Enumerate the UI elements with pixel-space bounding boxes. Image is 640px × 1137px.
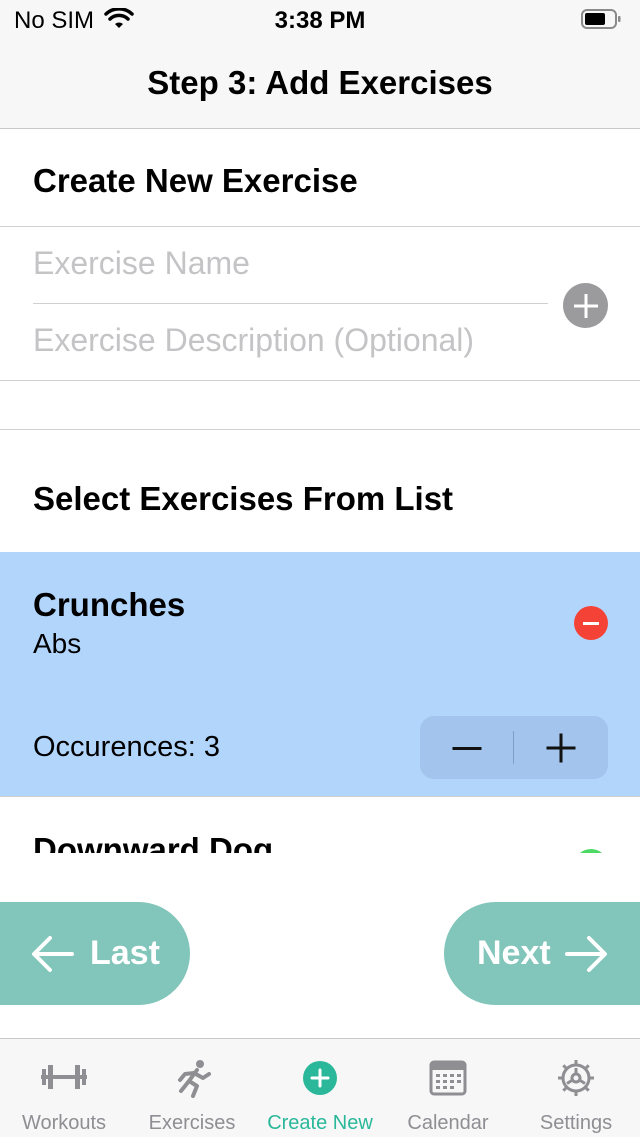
navigation-bar: Step 3: Add Exercises [0, 40, 640, 129]
create-exercise-heading: Create New Exercise [33, 162, 358, 199]
increment-button[interactable] [546, 733, 576, 763]
tab-exercises[interactable]: Exercises [128, 1039, 256, 1137]
decrement-button[interactable] [452, 747, 482, 750]
arrow-left-icon [32, 936, 74, 972]
battery-icon [581, 9, 621, 29]
exercise-name: Crunches [33, 586, 186, 623]
gear-icon [558, 1060, 594, 1096]
occurrences-stepper[interactable] [420, 716, 608, 779]
last-button-label: Last [90, 934, 160, 972]
page-title: Step 3: Add Exercises [147, 64, 493, 101]
add-exercise-toggle[interactable] [574, 849, 608, 853]
next-button-label: Next [477, 934, 551, 972]
tab-bar: Workouts Exercises Create New Calendar S… [0, 1038, 640, 1137]
remove-exercise-button[interactable] [574, 606, 608, 640]
exercise-category: Abs [33, 628, 82, 659]
select-exercises-heading: Select Exercises From List [33, 480, 454, 517]
tab-label: Calendar [407, 1112, 489, 1134]
clock: 3:38 PM [274, 7, 366, 34]
divider [0, 380, 640, 381]
status-bar: No SIM 3:38 PM [0, 0, 640, 40]
tab-settings[interactable]: Settings [512, 1039, 640, 1137]
tab-label: Exercises [148, 1112, 236, 1134]
divider [0, 429, 640, 430]
occurrences-label: Occurences: 3 [33, 731, 220, 763]
exercise-name: Downward Dog [33, 831, 274, 853]
tab-workouts[interactable]: Workouts [0, 1039, 128, 1137]
calendar-icon [429, 1060, 467, 1096]
exercise-name-field[interactable]: Exercise Name [33, 245, 250, 282]
stepper-divider [513, 731, 514, 764]
exercise-description-field[interactable]: Exercise Description (Optional) [33, 322, 474, 359]
add-exercise-button[interactable] [563, 283, 608, 328]
exercise-row-downward-dog[interactable]: Downward Dog [0, 797, 640, 853]
next-button[interactable]: Next [444, 902, 640, 1005]
last-button[interactable]: Last [0, 902, 190, 1005]
running-icon [178, 1060, 211, 1098]
tab-create-new[interactable]: Create New [256, 1039, 384, 1137]
divider [33, 303, 548, 304]
tab-calendar[interactable]: Calendar [384, 1039, 512, 1137]
arrow-right-icon [565, 936, 607, 972]
divider [0, 226, 640, 227]
tab-label: Create New [267, 1112, 373, 1134]
dumbbell-icon [41, 1065, 87, 1089]
plus-circle-icon [303, 1061, 337, 1095]
tab-label: Settings [539, 1112, 613, 1134]
tab-label: Workouts [21, 1112, 107, 1134]
